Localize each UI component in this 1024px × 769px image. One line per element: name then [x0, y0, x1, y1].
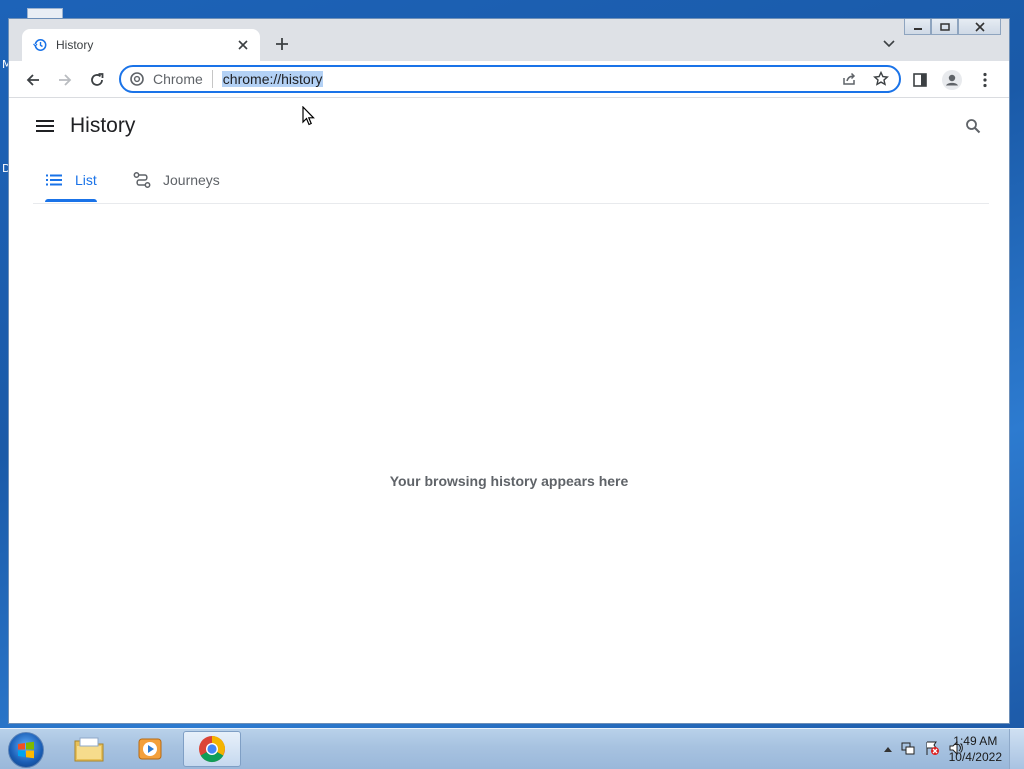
security-chip-label: Chrome — [153, 71, 203, 87]
clock-time: 1:49 AM — [953, 734, 998, 748]
tab-history[interactable]: History — [22, 29, 260, 61]
close-icon — [238, 40, 248, 50]
folder-icon — [74, 737, 104, 762]
forward-button[interactable] — [52, 67, 78, 93]
plus-icon — [276, 38, 288, 50]
media-player-icon — [138, 738, 162, 760]
taskbar-explorer-button[interactable] — [60, 731, 118, 767]
side-panel-icon — [913, 73, 927, 87]
main-menu-button[interactable] — [33, 114, 57, 138]
windows-logo-icon — [18, 741, 34, 759]
history-icon — [32, 37, 48, 53]
history-tabs: List Journeys — [33, 158, 989, 204]
hamburger-icon — [36, 120, 54, 132]
taskbar-chrome-button[interactable] — [183, 731, 241, 767]
start-button[interactable] — [8, 732, 44, 768]
tab-search-button[interactable] — [879, 34, 899, 54]
forward-arrow-icon — [59, 74, 72, 86]
taskbar-media-player-button[interactable] — [121, 731, 179, 767]
chrome-icon — [199, 736, 225, 763]
back-arrow-icon — [26, 74, 39, 86]
chrome-menu-button[interactable] — [972, 67, 998, 93]
mouse-cursor-icon — [302, 106, 315, 126]
tab-strip: History — [9, 19, 1009, 61]
journeys-icon — [133, 171, 151, 189]
browser-toolbar: Chrome chrome://history — [9, 61, 1009, 98]
taskbar: 1:49 AM 10/4/2022 — [0, 728, 1024, 769]
show-hidden-icons-button[interactable] — [884, 744, 892, 755]
tab-title: History — [56, 38, 94, 52]
address-bar[interactable]: Chrome chrome://history — [119, 65, 901, 93]
omnibox-divider — [211, 70, 213, 88]
page-header: History — [9, 98, 1009, 154]
reload-button[interactable] — [84, 67, 110, 93]
profile-button[interactable] — [939, 67, 965, 93]
star-icon — [873, 71, 889, 86]
page-title: History — [70, 114, 136, 137]
history-page: History List Journeys Your browsing hist… — [9, 98, 1009, 723]
share-button[interactable] — [839, 69, 859, 89]
avatar-icon — [942, 70, 962, 90]
reload-icon — [91, 73, 104, 86]
search-icon — [966, 119, 981, 134]
triangle-up-icon — [884, 746, 892, 752]
network-tray-icon[interactable] — [900, 740, 916, 759]
close-tab-button[interactable] — [232, 34, 254, 56]
kebab-menu-icon — [983, 72, 987, 88]
chevron-down-icon — [883, 40, 895, 48]
tab-journeys-label: Journeys — [163, 172, 220, 188]
list-icon — [45, 171, 63, 189]
empty-state-message: Your browsing history appears here — [389, 473, 629, 489]
back-button[interactable] — [20, 67, 46, 93]
browser-window: History Chrome chrome://history History … — [8, 18, 1010, 724]
new-tab-button[interactable] — [271, 33, 293, 55]
side-panel-button[interactable] — [907, 67, 933, 93]
chrome-logo-icon — [129, 71, 145, 87]
clock-date: 10/4/2022 — [948, 750, 1002, 764]
action-center-flag-icon[interactable] — [924, 740, 940, 759]
bookmark-button[interactable] — [871, 69, 891, 89]
tab-list-label: List — [75, 172, 97, 188]
tab-list[interactable]: List — [45, 158, 97, 202]
tab-journeys[interactable]: Journeys — [133, 158, 220, 202]
share-icon — [843, 72, 856, 85]
url-text[interactable]: chrome://history — [221, 71, 324, 87]
show-desktop-button[interactable] — [1009, 729, 1024, 769]
search-history-button[interactable] — [961, 114, 985, 138]
taskbar-clock[interactable]: 1:49 AM 10/4/2022 — [949, 733, 1002, 765]
